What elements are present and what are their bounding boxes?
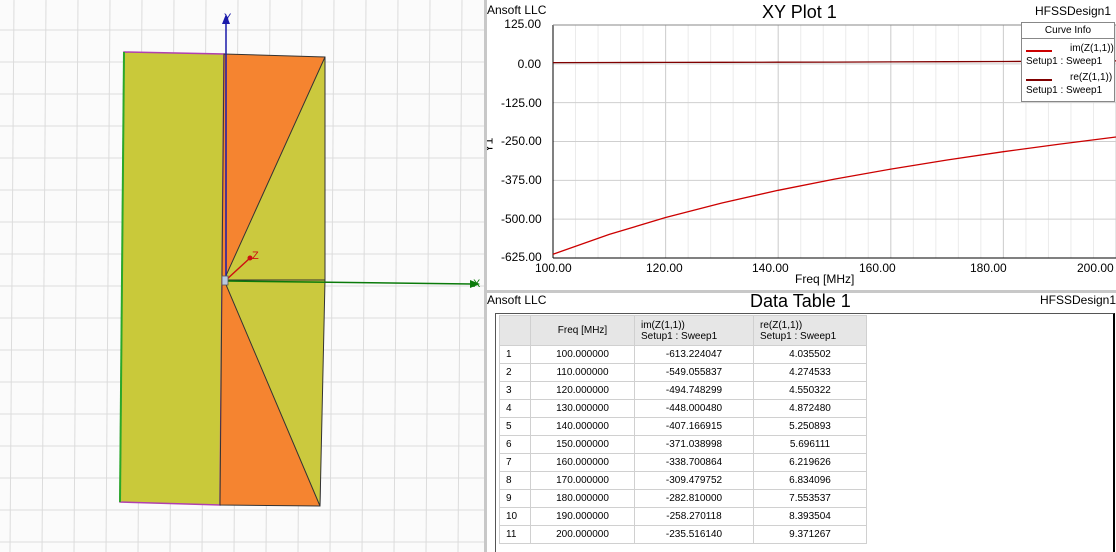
freq-cell[interactable]: 190.000000 [530, 507, 635, 526]
legend-item-setup: Setup1 : Sweep1 [1026, 85, 1103, 96]
im-cell[interactable]: -258.270118 [634, 507, 754, 526]
row-index-cell[interactable]: 7 [499, 453, 531, 472]
table-row[interactable]: 1 100.000000 -613.224047 4.035502 [499, 345, 867, 364]
row-index-cell[interactable]: 6 [499, 435, 531, 454]
column-header-im[interactable]: im(Z(1,1)) Setup1 : Sweep1 [634, 315, 754, 346]
header-subtext: Setup1 : Sweep1 [760, 330, 837, 342]
legend-swatch [1026, 79, 1052, 81]
table-row[interactable]: 6 150.000000 -371.038998 5.696111 [499, 435, 867, 454]
re-cell[interactable]: 6.834096 [753, 471, 867, 490]
index-header [499, 315, 531, 346]
port-feed[interactable] [221, 275, 229, 286]
im-cell[interactable]: -309.479752 [634, 471, 754, 490]
header-text: Freq [MHz] [557, 325, 608, 336]
table-design-label: HFSSDesign1 [1040, 293, 1116, 307]
im-cell[interactable]: -494.748299 [634, 381, 754, 400]
re-cell[interactable]: 4.550322 [753, 381, 867, 400]
table-row[interactable]: 9 180.000000 -282.810000 7.553537 [499, 489, 867, 508]
legend-swatch [1026, 50, 1052, 52]
series-line-im-z11[interactable] [552, 136, 1116, 255]
row-index-cell[interactable]: 1 [499, 345, 531, 364]
header-text: re(Z(1,1)) [760, 319, 803, 331]
row-index-cell[interactable]: 2 [499, 363, 531, 382]
x-axis-label: X [473, 278, 481, 290]
data-table-window[interactable]: Ansoft LLC Data Table 1 HFSSDesign1 Freq… [487, 293, 1116, 552]
data-table[interactable]: Freq [MHz] im(Z(1,1)) Setup1 : Sweep1 re(… [499, 315, 867, 544]
im-cell[interactable]: -371.038998 [634, 435, 754, 454]
re-cell[interactable]: 6.219626 [753, 453, 867, 472]
legend-header: Curve Info [1022, 23, 1114, 39]
re-cell[interactable]: 8.393504 [753, 507, 867, 526]
table-row[interactable]: 11 200.000000 -235.516140 9.371267 [499, 525, 867, 544]
column-header-freq[interactable]: Freq [MHz] [530, 315, 635, 346]
row-index-cell[interactable]: 5 [499, 417, 531, 436]
row-index-cell[interactable]: 8 [499, 471, 531, 490]
im-cell[interactable]: -282.810000 [634, 489, 754, 508]
table-row[interactable]: 2 110.000000 -549.055837 4.274533 [499, 363, 867, 382]
table-row[interactable]: 8 170.000000 -309.479752 6.834096 [499, 471, 867, 490]
freq-cell[interactable]: 120.000000 [530, 381, 635, 400]
header-text: im(Z(1,1)) [641, 319, 685, 331]
table-row[interactable]: 4 130.000000 -448.000480 4.872480 [499, 399, 867, 418]
re-cell[interactable]: 5.696111 [753, 435, 867, 454]
freq-cell[interactable]: 170.000000 [530, 471, 635, 490]
legend-item-name: im(Z(1,1)) [1070, 43, 1114, 54]
im-cell[interactable]: -613.224047 [634, 345, 754, 364]
re-cell[interactable]: 5.250893 [753, 417, 867, 436]
freq-cell[interactable]: 200.000000 [530, 525, 635, 544]
freq-cell[interactable]: 130.000000 [530, 399, 635, 418]
freq-cell[interactable]: 160.000000 [530, 453, 635, 472]
re-cell[interactable]: 4.872480 [753, 399, 867, 418]
row-index-cell[interactable]: 9 [499, 489, 531, 508]
table-header-row: Freq [MHz] im(Z(1,1)) Setup1 : Sweep1 re(… [499, 315, 867, 346]
freq-cell[interactable]: 180.000000 [530, 489, 635, 508]
column-header-re[interactable]: re(Z(1,1)) Setup1 : Sweep1 [753, 315, 867, 346]
freq-cell[interactable]: 100.000000 [530, 345, 635, 364]
table-row[interactable]: 3 120.000000 -494.748299 4.550322 [499, 381, 867, 400]
row-index-cell[interactable]: 10 [499, 507, 531, 526]
table-company-label: Ansoft LLC [487, 293, 547, 307]
table-row[interactable]: 10 190.000000 -258.270118 8.393504 [499, 507, 867, 526]
table-row[interactable]: 7 160.000000 -338.700864 6.219626 [499, 453, 867, 472]
re-cell[interactable]: 4.035502 [753, 345, 867, 364]
im-cell[interactable]: -407.166915 [634, 417, 754, 436]
im-cell[interactable]: -549.055837 [634, 363, 754, 382]
legend-item-setup: Setup1 : Sweep1 [1026, 56, 1103, 67]
re-cell[interactable]: 7.553537 [753, 489, 867, 508]
freq-cell[interactable]: 140.000000 [530, 417, 635, 436]
substrate-left-face[interactable] [119, 51, 225, 506]
im-cell[interactable]: -448.000480 [634, 399, 754, 418]
xy-plot-window[interactable]: Ansoft LLC XY Plot 1 HFSSDesign1 125.00 … [487, 0, 1116, 290]
curve-info-legend[interactable]: Curve Info im(Z(1,1)) Setup1 : Sweep1 re… [1021, 22, 1115, 102]
row-index-cell[interactable]: 3 [499, 381, 531, 400]
legend-item-name: re(Z(1,1)) [1070, 72, 1113, 83]
row-index-cell[interactable]: 4 [499, 399, 531, 418]
z-axis-label: Z [252, 250, 259, 262]
re-cell[interactable]: 9.371267 [753, 525, 867, 544]
header-subtext: Setup1 : Sweep1 [641, 330, 718, 342]
table-title: Data Table 1 [750, 293, 851, 311]
im-cell[interactable]: -338.700864 [634, 453, 754, 472]
re-cell[interactable]: 4.274533 [753, 363, 867, 382]
freq-cell[interactable]: 110.000000 [530, 363, 635, 382]
im-cell[interactable]: -235.516140 [634, 525, 754, 544]
model-canvas[interactable]: Y X Z [0, 0, 484, 552]
freq-cell[interactable]: 150.000000 [530, 435, 635, 454]
table-row[interactable]: 5 140.000000 -407.166915 5.250893 [499, 417, 867, 436]
model-viewport[interactable]: Y X Z [0, 0, 484, 552]
row-index-cell[interactable]: 11 [499, 525, 531, 544]
y-axis-label: Y [224, 12, 232, 24]
